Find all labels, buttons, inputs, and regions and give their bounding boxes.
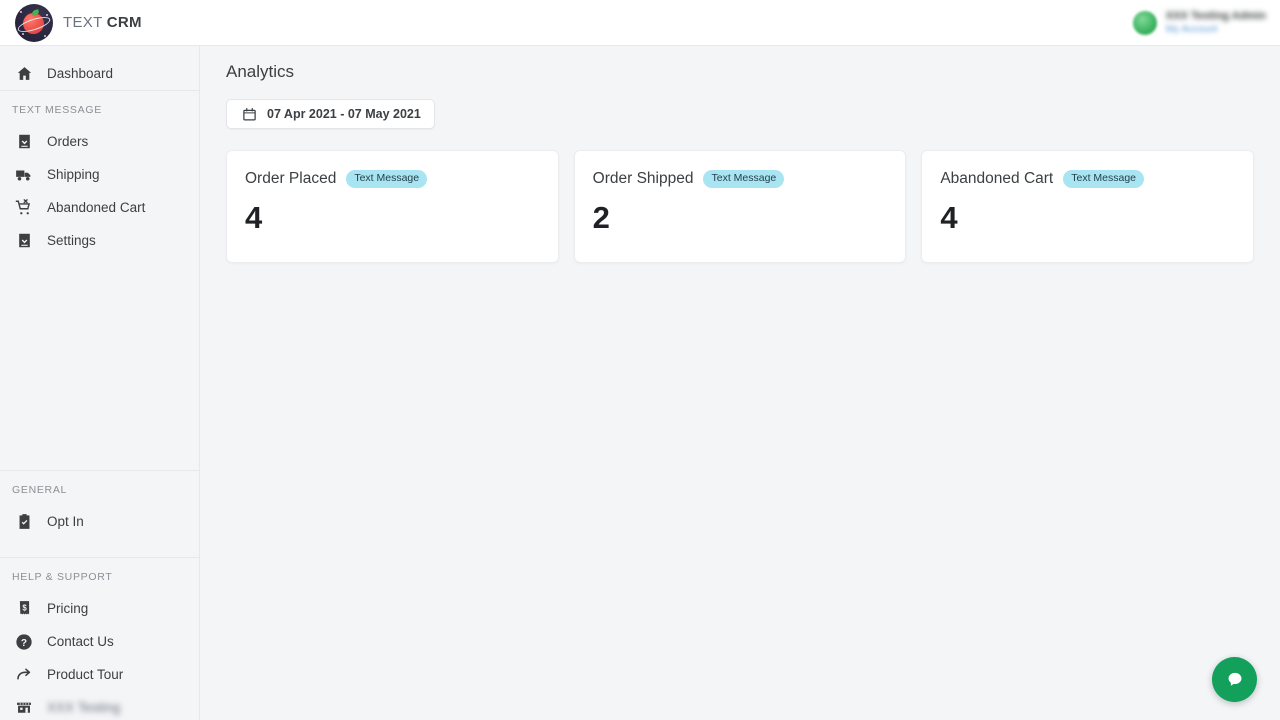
sidebar-group-text-message: TEXT MESSAGE Orders Shipping Abandoned C… <box>0 91 199 257</box>
card-value: 4 <box>245 200 263 235</box>
card-value: 2 <box>592 200 610 235</box>
home-icon <box>15 65 33 83</box>
sidebar-item-label: Contact Us <box>47 634 114 649</box>
sidebar-group-general: GENERAL Opt In <box>0 471 199 538</box>
sidebar-item-settings[interactable]: Settings <box>0 224 199 257</box>
sidebar-item-label: XXX Testing <box>47 700 121 715</box>
sidebar-item-store[interactable]: XXX Testing <box>0 691 199 720</box>
clipboard-check-icon <box>15 513 33 531</box>
sidebar-top-section: Dashboard <box>0 46 199 90</box>
sidebar-item-product-tour[interactable]: Product Tour <box>0 658 199 691</box>
svg-text:?: ? <box>21 637 27 648</box>
user-name: XXX Testing Admin <box>1165 10 1266 22</box>
sidebar-item-label: Product Tour <box>47 667 124 682</box>
sidebar-item-contact-us[interactable]: ? Contact Us <box>0 625 199 658</box>
receipt-dollar-icon: $ <box>15 600 33 618</box>
user-menu[interactable]: XXX Testing Admin My Account <box>1132 0 1280 46</box>
sidebar-item-label: Opt In <box>47 514 84 529</box>
app-root: TEXT CRM XXX Testing Admin My Account Da… <box>0 0 1280 720</box>
top-header-bar: TEXT CRM XXX Testing Admin My Account <box>0 0 1280 46</box>
chat-bubble-icon <box>1226 671 1244 689</box>
calendar-icon <box>240 105 258 123</box>
inbox-download-icon <box>15 133 33 151</box>
sidebar-item-label: Dashboard <box>47 66 114 81</box>
brand-name: TEXT CRM <box>63 14 142 31</box>
svg-text:$: $ <box>22 603 27 612</box>
brand-logo-area[interactable]: TEXT CRM <box>0 0 142 46</box>
status-badge: Text Message <box>703 170 785 188</box>
sidebar-item-shipping[interactable]: Shipping <box>0 158 199 191</box>
sidebar-group-title: HELP & SUPPORT <box>12 571 113 583</box>
inbox-download-icon <box>15 232 33 250</box>
sidebar-item-label: Orders <box>47 134 89 149</box>
sidebar-item-opt-in[interactable]: Opt In <box>0 505 199 538</box>
status-badge: Text Message <box>346 170 428 188</box>
sidebar-group-help-support: HELP & SUPPORT $ Pricing ? Contact Us Pr… <box>0 558 199 720</box>
sidebar: Dashboard TEXT MESSAGE Orders Shipping A… <box>0 46 200 720</box>
question-circle-icon: ? <box>15 633 33 651</box>
date-range-label: 07 Apr 2021 - 07 May 2021 <box>267 107 421 121</box>
analytics-cards: Order Placed Text Message 4 Order Shippe… <box>200 129 1280 263</box>
sidebar-group-title: TEXT MESSAGE <box>12 104 102 116</box>
cart-x-icon <box>15 198 33 217</box>
brand-name-prefix: TEXT <box>63 14 107 31</box>
analytics-card: Abandoned Cart Text Message 4 <box>921 150 1255 263</box>
sidebar-group-title: GENERAL <box>12 484 68 496</box>
sidebar-item-dashboard[interactable]: Dashboard <box>0 57 199 90</box>
card-header: Order Shipped Text Message <box>593 170 888 188</box>
analytics-card: Order Shipped Text Message 2 <box>573 150 907 263</box>
chat-widget-button[interactable] <box>1212 657 1257 702</box>
user-account-link[interactable]: My Account <box>1166 24 1266 35</box>
sidebar-item-label: Shipping <box>47 167 100 182</box>
sidebar-item-orders[interactable]: Orders <box>0 125 199 158</box>
tomato-planet-logo-icon <box>15 3 53 42</box>
user-meta: XXX Testing Admin My Account <box>1166 10 1266 35</box>
main-content: Analytics 07 Apr 2021 - 07 May 2021 Orde… <box>200 46 1280 720</box>
card-value: 4 <box>940 200 958 235</box>
sidebar-item-pricing[interactable]: $ Pricing <box>0 592 199 625</box>
avatar <box>1132 10 1157 35</box>
card-header: Abandoned Cart Text Message <box>940 170 1235 188</box>
arrow-redo-icon <box>15 666 33 684</box>
card-title: Abandoned Cart <box>940 170 1054 187</box>
card-title: Order Placed <box>245 170 337 187</box>
truck-icon <box>15 166 33 184</box>
analytics-card: Order Placed Text Message 4 <box>226 150 559 263</box>
brand-name-bold: CRM <box>106 14 142 31</box>
card-title: Order Shipped <box>592 170 694 187</box>
page-title: Analytics <box>226 62 295 81</box>
store-icon <box>15 699 33 717</box>
sidebar-item-abandoned-cart[interactable]: Abandoned Cart <box>0 191 199 224</box>
status-badge: Text Message <box>1063 170 1145 188</box>
sidebar-item-label: Settings <box>47 233 96 248</box>
sidebar-item-label: Pricing <box>47 601 89 616</box>
sidebar-item-label: Abandoned Cart <box>47 200 146 215</box>
date-range-picker[interactable]: 07 Apr 2021 - 07 May 2021 <box>226 99 435 129</box>
card-header: Order Placed Text Message <box>245 170 540 188</box>
